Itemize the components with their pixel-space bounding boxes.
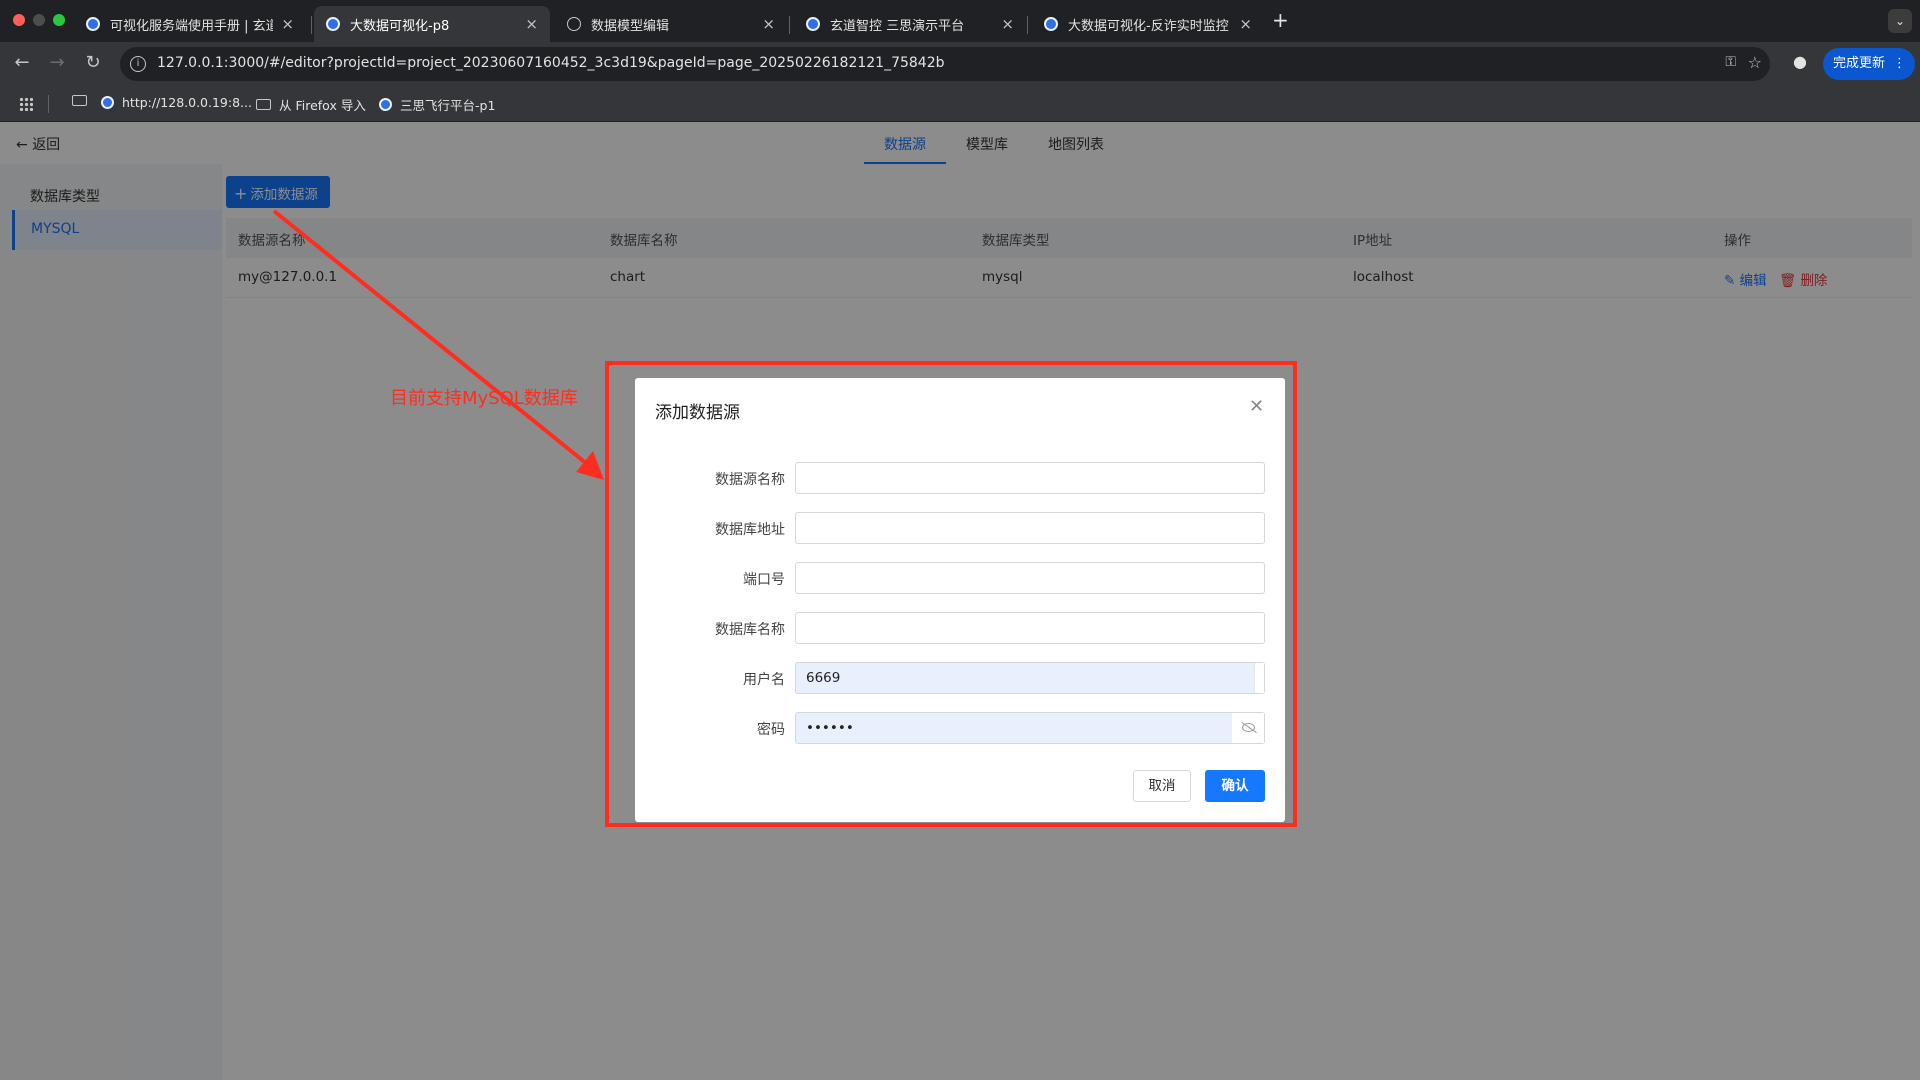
new-tab-button[interactable]: + — [1272, 8, 1289, 32]
reload-icon[interactable]: ↻ — [81, 52, 105, 73]
bookmark-folder[interactable]: 从 Firefox 导入 — [256, 95, 366, 114]
tab-close-icon[interactable]: × — [525, 15, 538, 33]
browser-tab-bar: 可视化服务端使用手册 | 玄道智 × 大数据可视化-p8 × 数据模型编辑 × … — [0, 0, 1920, 42]
site-favicon-icon — [1044, 17, 1058, 31]
forward-arrow-icon[interactable]: → — [45, 52, 69, 73]
field-label: 密码 — [757, 722, 785, 738]
bookmark-label: 从 Firefox 导入 — [279, 98, 366, 113]
field-label: 数据库地址 — [715, 522, 785, 538]
input-value: 6669 — [806, 670, 841, 686]
browser-tab[interactable]: 数据模型编辑 × — [555, 6, 787, 42]
site-favicon-icon — [326, 17, 340, 31]
bookmark-label: 三思飞行平台-p1 — [400, 98, 496, 113]
password-visibility-toggle[interactable] — [1232, 713, 1264, 743]
tab-close-icon[interactable]: × — [762, 15, 775, 33]
site-favicon-icon — [101, 96, 114, 109]
port-input[interactable] — [795, 562, 1265, 594]
field-label: 用户名 — [743, 672, 785, 688]
apps-grid-icon[interactable] — [19, 97, 33, 111]
browser-toolbar: ← → ↻ i 127.0.0.1:3000/#/editor?projectI… — [0, 42, 1920, 86]
more-menu-icon: ⋮ — [1893, 56, 1906, 71]
update-button-label: 完成更新 — [1833, 56, 1886, 71]
annotation-text: 目前支持MySQL数据库 — [390, 388, 578, 409]
tab-title: 数据模型编辑 — [591, 18, 670, 34]
bookmark-item[interactable]: 三思飞行平台-p1 — [379, 95, 495, 114]
site-favicon-icon — [806, 17, 820, 31]
window-minimize-button[interactable] — [33, 14, 45, 26]
browser-tab[interactable]: 大数据可视化-反诈实时监控 × — [1032, 6, 1264, 42]
bookmarks-bar: http://128.0.0.19:8... 从 Firefox 导入 三思飞行… — [0, 86, 1920, 122]
bookmarks-folder-icon[interactable] — [72, 95, 95, 106]
site-info-icon[interactable]: i — [130, 56, 146, 72]
tab-separator — [789, 16, 790, 34]
site-favicon-icon — [379, 98, 392, 111]
window-zoom-button[interactable] — [53, 14, 65, 26]
password-input[interactable]: •••••• — [795, 712, 1265, 744]
browser-tab[interactable]: 可视化服务端使用手册 | 玄道智 × — [74, 6, 306, 42]
tab-separator — [1027, 16, 1028, 34]
input-value: •••••• — [806, 720, 854, 736]
close-icon[interactable]: ✕ — [1249, 396, 1264, 417]
browser-tab-active[interactable]: 大数据可视化-p8 × — [314, 6, 550, 42]
tab-title: 可视化服务端使用手册 | 玄道智 — [110, 18, 274, 34]
db-name-input[interactable] — [795, 612, 1265, 644]
update-button[interactable]: 完成更新 ⋮ — [1823, 48, 1915, 80]
globe-icon — [567, 17, 581, 31]
field-label: 数据库名称 — [715, 622, 785, 638]
tab-title: 玄道智控 三思演示平台 — [830, 18, 965, 34]
tab-close-icon[interactable]: × — [1001, 15, 1014, 33]
window-close-button[interactable] — [13, 14, 25, 26]
folder-icon — [256, 99, 271, 110]
address-bar[interactable]: i 127.0.0.1:3000/#/editor?projectId=proj… — [120, 47, 1770, 81]
eye-off-icon — [1242, 723, 1255, 732]
db-address-input[interactable] — [795, 512, 1265, 544]
tab-search-button[interactable]: ⌄ — [1888, 9, 1912, 33]
username-input[interactable]: 6669 — [795, 662, 1265, 694]
profile-icon[interactable]: ● — [1789, 52, 1811, 74]
tab-title: 大数据可视化-p8 — [350, 18, 450, 34]
confirm-button[interactable]: 确认 — [1205, 770, 1265, 802]
browser-tab[interactable]: 玄道智控 三思演示平台 × — [794, 6, 1026, 42]
tab-close-icon[interactable]: × — [281, 15, 294, 33]
add-datasource-dialog: 添加数据源 ✕ 数据源名称 数据库地址 端口号 数据库名称 用户名 6669 密… — [635, 378, 1285, 822]
back-arrow-icon[interactable]: ← — [10, 52, 34, 73]
cancel-button[interactable]: 取消 — [1133, 770, 1191, 802]
field-label: 数据源名称 — [715, 472, 785, 488]
site-favicon-icon — [86, 17, 100, 31]
input-suffix — [1254, 663, 1264, 693]
url-text[interactable]: 127.0.0.1:3000/#/editor?projectId=projec… — [157, 55, 945, 71]
password-key-icon[interactable]: ⚿ — [1725, 54, 1736, 70]
datasource-name-input[interactable] — [795, 462, 1265, 494]
tab-title: 大数据可视化-反诈实时监控 — [1068, 18, 1229, 34]
tab-separator — [311, 16, 312, 34]
bookmark-item[interactable]: http://128.0.0.19:8... — [101, 95, 252, 110]
tab-close-icon[interactable]: × — [1239, 15, 1252, 33]
dialog-title: 添加数据源 — [655, 403, 740, 423]
field-label: 端口号 — [743, 572, 785, 588]
bookmark-star-icon[interactable]: ☆ — [1748, 53, 1762, 72]
bookmarks-divider — [48, 95, 49, 113]
bookmark-label: http://128.0.0.19:8... — [122, 95, 252, 110]
